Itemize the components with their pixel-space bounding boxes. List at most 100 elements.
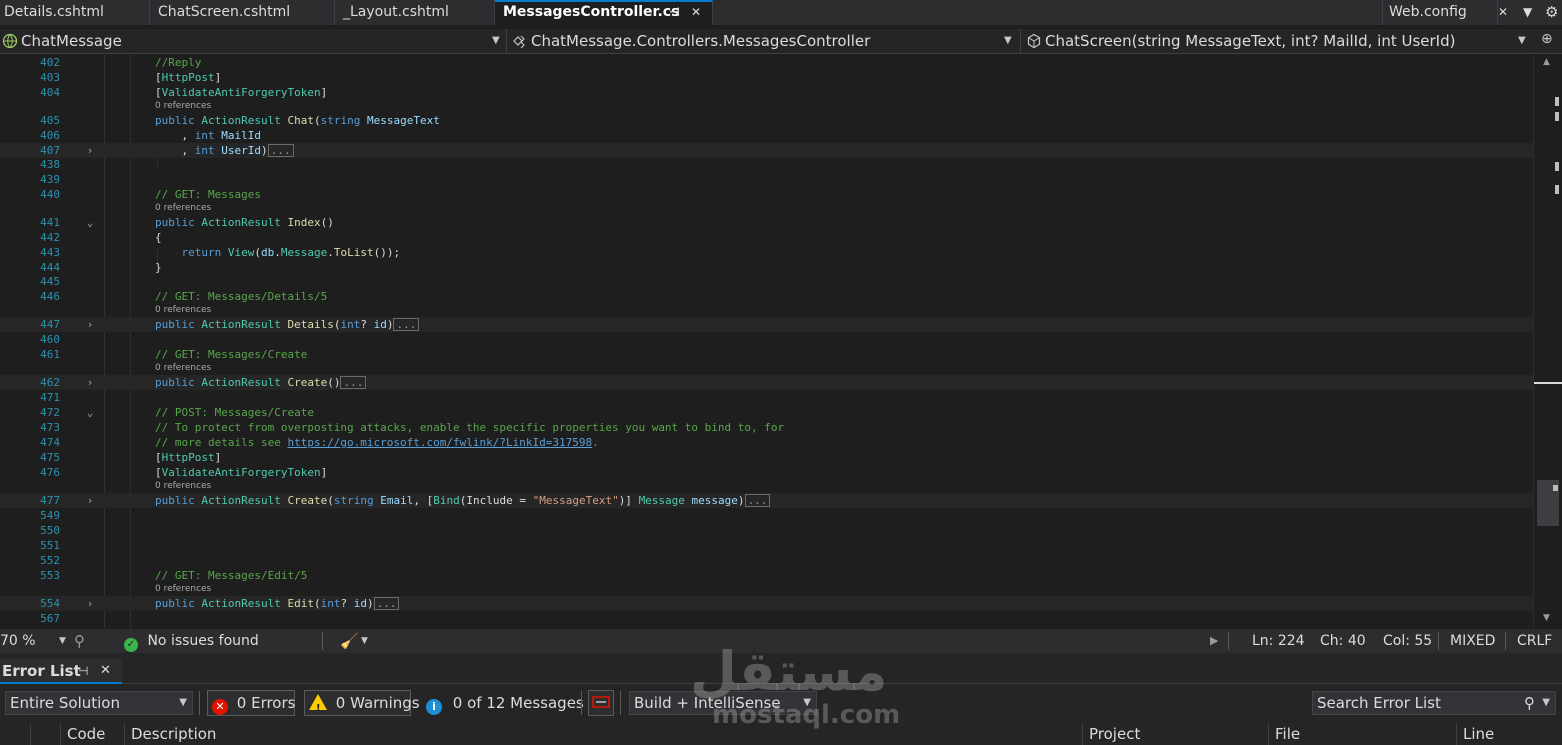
split-editor-icon[interactable]: ⊕ bbox=[1541, 31, 1553, 47]
code-line[interactable]: 471 bbox=[0, 390, 1533, 405]
code-lens-references[interactable]: 0 references bbox=[155, 583, 211, 595]
chevron-down-icon[interactable]: ⌄ bbox=[85, 405, 95, 420]
code-cleanup-icon[interactable]: 🧹 bbox=[340, 629, 359, 653]
code-line[interactable]: 472 ⌄ // POST: Messages/Create bbox=[0, 405, 1533, 420]
column-code[interactable]: Code bbox=[60, 724, 124, 745]
tab-details-cshtml[interactable]: Details.cshtml bbox=[0, 0, 150, 25]
code-line[interactable]: 474 // more details see https://go.micros… bbox=[0, 435, 1533, 450]
code-line[interactable]: 443 return View(db.Message.ToList()); bbox=[0, 245, 1533, 260]
code-line[interactable]: 473 // To protect from overposting attack… bbox=[0, 420, 1533, 435]
column-description[interactable]: Description bbox=[124, 724, 1082, 745]
messages-filter-button[interactable]: i 0 of 12 Messages bbox=[426, 691, 584, 717]
tab-messagescontroller-cs[interactable]: MessagesController.cs ⊣ ✕ bbox=[495, 0, 713, 25]
code-lens-references[interactable]: 0 references bbox=[155, 480, 211, 492]
code-line[interactable]: 476 [ValidateAntiForgeryToken] bbox=[0, 465, 1533, 480]
pin-icon[interactable]: ⊣ bbox=[78, 658, 88, 684]
collapsed-region-indicator[interactable]: ... bbox=[340, 376, 367, 389]
issues-indicator[interactable]: ✓ No issues found bbox=[124, 629, 259, 653]
code-line[interactable]: 550 bbox=[0, 523, 1533, 538]
code-line[interactable]: 403 [HttpPost] bbox=[0, 70, 1533, 85]
code-line[interactable]: 440 // GET: Messages bbox=[0, 187, 1533, 202]
column-line[interactable]: Line bbox=[1456, 724, 1531, 745]
code-line[interactable]: 549 bbox=[0, 508, 1533, 523]
type-dropdown[interactable]: ChatMessage.Controllers.MessagesControll… bbox=[510, 29, 1021, 53]
close-icon[interactable]: ✕ bbox=[100, 658, 111, 684]
code-line[interactable]: 441 ⌄ public ActionResult Index() bbox=[0, 215, 1533, 230]
code-lens-references[interactable]: 0 references bbox=[155, 362, 211, 374]
collapsed-region-indicator[interactable]: ... bbox=[393, 318, 420, 331]
column-project[interactable]: Project bbox=[1082, 724, 1268, 745]
code-line[interactable]: 460 bbox=[0, 332, 1533, 347]
code-line[interactable]: 554 › public ActionResult Edit(int? id)... bbox=[0, 596, 1533, 611]
close-icon[interactable]: ✕ bbox=[691, 2, 701, 23]
char-number-status[interactable]: Ch: 40 bbox=[1320, 629, 1366, 653]
code-line[interactable]: 475 [HttpPost] bbox=[0, 450, 1533, 465]
line-number-status[interactable]: Ln: 224 bbox=[1252, 629, 1305, 653]
chevron-down-icon[interactable]: ▼ bbox=[1523, 0, 1532, 25]
code-line[interactable]: 567 bbox=[0, 611, 1533, 626]
search-error-list[interactable]: Search Error List ⚲ ▼ bbox=[1312, 691, 1556, 715]
code-line[interactable]: 447 › public ActionResult Details(int? id)… bbox=[0, 317, 1533, 332]
editor-vertical-scrollbar[interactable]: ▲ ▼ bbox=[1533, 55, 1562, 628]
code-line[interactable]: 444} bbox=[0, 260, 1533, 275]
scope-dropdown[interactable]: Entire Solution ▼ bbox=[5, 691, 193, 715]
code-line[interactable]: 442 { bbox=[0, 230, 1533, 245]
code-line[interactable]: 405 public ActionResult Chat(string Messa… bbox=[0, 113, 1533, 128]
code-line[interactable]: 477 › public ActionResult Create(string Em… bbox=[0, 493, 1533, 508]
code-line[interactable]: 446 // GET: Messages/Details/5 bbox=[0, 289, 1533, 304]
column-file[interactable]: File bbox=[1268, 724, 1456, 745]
chevron-right-icon[interactable]: › bbox=[85, 375, 95, 390]
code-line[interactable]: 462 › public ActionResult Create()... bbox=[0, 375, 1533, 390]
line-number: 551 bbox=[40, 539, 60, 552]
filter-build-button[interactable] bbox=[588, 690, 614, 716]
code-line[interactable]: 438 bbox=[0, 157, 1533, 172]
tab-chatscreen-cshtml[interactable]: ChatScreen.cshtml bbox=[150, 0, 335, 25]
code-line[interactable]: 552 bbox=[0, 553, 1533, 568]
error-list-title: Error List bbox=[2, 662, 81, 680]
code-lens-references[interactable]: 0 references bbox=[155, 202, 211, 214]
chevron-down-icon[interactable]: ▼ bbox=[361, 629, 368, 653]
tab-layout-cshtml[interactable]: _Layout.cshtml bbox=[335, 0, 495, 25]
gear-icon[interactable]: ⚙ bbox=[1545, 0, 1558, 25]
build-intellisense-dropdown[interactable]: Build + IntelliSense ▼ bbox=[629, 691, 817, 715]
code-line[interactable]: 407 › , int UserId)... bbox=[0, 143, 1533, 158]
code-line[interactable]: 461 // GET: Messages/Create bbox=[0, 347, 1533, 362]
zoom-dropdown[interactable]: 70 % ▼ bbox=[0, 629, 70, 653]
scroll-right-icon[interactable]: ▶ bbox=[1210, 629, 1218, 653]
encoding-status[interactable]: MIXED bbox=[1450, 629, 1495, 653]
project-dropdown[interactable]: ChatMessage ▼ bbox=[0, 29, 507, 53]
pin-icon[interactable]: ⊣ bbox=[669, 2, 680, 23]
code-line[interactable]: 553 // GET: Messages/Edit/5 bbox=[0, 568, 1533, 583]
code-line[interactable]: 406 , int MailId bbox=[0, 128, 1533, 143]
collapsed-region-indicator[interactable]: ... bbox=[267, 144, 294, 157]
errors-filter-button[interactable]: ✕ 0 Errors bbox=[207, 690, 295, 716]
tab-web-config[interactable]: Web.config bbox=[1382, 0, 1498, 25]
chevron-down-icon[interactable]: ⌄ bbox=[85, 215, 95, 230]
code-line[interactable]: 439 bbox=[0, 172, 1533, 187]
code-line[interactable]: 404 [ValidateAntiForgeryToken] bbox=[0, 85, 1533, 100]
code-text: public ActionResult Index() bbox=[155, 216, 334, 229]
chevron-down-icon: ▼ bbox=[1004, 35, 1012, 46]
chevron-right-icon[interactable]: › bbox=[85, 493, 95, 508]
code-editor[interactable]: 402 //Reply 403 [HttpPost] 404 [ValidateAntiF… bbox=[0, 55, 1533, 628]
code-lens-references[interactable]: 0 references bbox=[155, 304, 211, 316]
scroll-down-icon[interactable]: ▼ bbox=[1543, 613, 1550, 623]
code-line[interactable]: 551 bbox=[0, 538, 1533, 553]
error-list-tab[interactable]: Error List ⊣ ✕ bbox=[0, 658, 122, 684]
warnings-filter-button[interactable]: ! 0 Warnings bbox=[304, 690, 420, 716]
line-ending-status[interactable]: CRLF bbox=[1517, 629, 1552, 653]
scroll-up-icon[interactable]: ▲ bbox=[1543, 57, 1550, 67]
code-line[interactable]: 445 bbox=[0, 274, 1533, 289]
git-status-icon[interactable]: ⚲ bbox=[74, 629, 85, 653]
code-line[interactable]: 402 //Reply bbox=[0, 55, 1533, 70]
code-line[interactable]: 568 // POST: Messages/Edit/5 bbox=[0, 626, 1533, 628]
chevron-right-icon[interactable]: › bbox=[85, 596, 95, 611]
collapsed-region-indicator[interactable]: ... bbox=[744, 494, 771, 507]
chevron-right-icon[interactable]: › bbox=[85, 143, 95, 158]
column-number-status[interactable]: Col: 55 bbox=[1383, 629, 1432, 653]
code-lens-references[interactable]: 0 references bbox=[155, 100, 211, 112]
member-dropdown[interactable]: ChatScreen(string MessageText, int? Mail… bbox=[1024, 29, 1533, 53]
collapsed-region-indicator[interactable]: ... bbox=[373, 597, 400, 610]
close-icon[interactable]: ✕ bbox=[1498, 0, 1508, 25]
chevron-right-icon[interactable]: › bbox=[85, 317, 95, 332]
